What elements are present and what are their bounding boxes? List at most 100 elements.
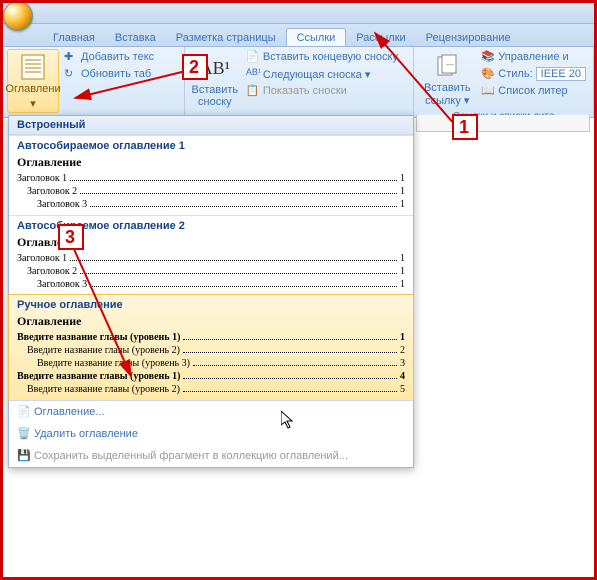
gallery-title: Автособираемое оглавление 1 — [17, 140, 405, 152]
ribbon: Оглавлени ▾ ✚ Добавить текс ↻ Обновить т… — [3, 47, 594, 118]
toc-row: Заголовок 31 — [17, 198, 405, 211]
toc-row-label: Введите название главы (уровень 1) — [17, 332, 180, 343]
group-footnotes: AB¹ Вставить сноску 📄 Вставить концевую … — [185, 47, 414, 117]
style-selector[interactable]: 🎨 Стиль: IEEE 20 — [478, 66, 589, 82]
insert-footnote-button[interactable]: AB¹ Вставить сноску — [189, 49, 241, 113]
toc-row: Заголовок 1 1 — [17, 172, 405, 185]
office-button[interactable] — [3, 1, 33, 31]
toc-row-leader — [80, 193, 397, 194]
svg-text:—: — — [446, 60, 454, 69]
toc-row-page: 4 — [400, 371, 405, 382]
gallery-title: Ручное оглавление — [17, 299, 405, 311]
tab-review[interactable]: Рецензирование — [416, 29, 521, 46]
document-icon: 📄 — [17, 405, 31, 419]
tab-references[interactable]: Ссылки — [286, 28, 347, 46]
toc-row-label: Введите название главы (уровень 2) — [27, 345, 180, 356]
document-icon — [19, 53, 47, 81]
gallery-auto-toc-2[interactable]: Автособираемое оглавление 2 Оглавление З… — [9, 215, 413, 295]
show-notes-button[interactable]: 📋 Показать сноски — [243, 83, 401, 99]
bibliography-label: Список литер — [498, 85, 567, 97]
next-footnote-button[interactable]: AB¹ Следующая сноска ▾ — [243, 66, 401, 82]
toc-row: Введите название главы (уровень 3) 3 — [17, 357, 405, 370]
toc-row-leader — [90, 206, 397, 207]
toc-row-page: 2 — [400, 345, 405, 356]
toc-label: Оглавлени — [5, 83, 60, 95]
toc-dropdown: Встроенный Автособираемое оглавление 1 О… — [8, 115, 414, 468]
title-bar — [3, 3, 594, 24]
custom-toc-label: Оглавление... — [34, 406, 105, 418]
dropdown-footer: 📄 Оглавление... 🗑️ Удалить оглавление 💾 … — [9, 400, 413, 467]
toc-row-leader — [183, 378, 397, 379]
toc-row: Заголовок 2 1 — [17, 265, 405, 278]
tab-insert[interactable]: Вставка — [105, 29, 166, 46]
ribbon-tabs: Главная Вставка Разметка страницы Ссылки… — [3, 24, 594, 47]
insert-footnote-label: Вставить сноску — [192, 84, 239, 108]
plus-icon: ✚ — [64, 50, 78, 64]
gallery-auto-toc-1[interactable]: Автособираемое оглавление 1 Оглавление З… — [9, 135, 413, 215]
citation-icon: — — [433, 52, 461, 80]
tab-mailings[interactable]: Рассылки — [346, 29, 415, 46]
toc-row-page: 5 — [400, 384, 405, 395]
toc-row-label: Введите название главы (уровень 2) — [27, 384, 180, 395]
manage-icon: 📚 — [481, 50, 495, 64]
footnote-icon: AB¹ — [201, 54, 229, 82]
toc-row-leader — [70, 180, 397, 181]
toc-button[interactable]: Оглавлени ▾ — [7, 49, 59, 113]
toc-row-leader — [183, 339, 397, 340]
toc-row-page: 1 — [400, 266, 405, 277]
next-footnote-icon: AB¹ — [246, 67, 260, 81]
refresh-icon: ↻ — [64, 67, 78, 81]
app-window: Главная Вставка Разметка страницы Ссылки… — [0, 0, 597, 580]
save-toc-label: Сохранить выделенный фрагмент в коллекци… — [34, 450, 348, 462]
update-table-label: Обновить таб — [81, 68, 151, 80]
show-notes-icon: 📋 — [246, 84, 260, 98]
toc-row-page: 3 — [400, 358, 405, 369]
toc-row-page: 1 — [400, 173, 405, 184]
dropdown-header-builtin: Встроенный — [9, 116, 413, 135]
remove-toc-button[interactable]: 🗑️ Удалить оглавление — [9, 423, 413, 445]
chevron-down-icon: ▾ — [30, 97, 36, 110]
insert-endnote-label: Вставить концевую сноску — [263, 51, 398, 63]
toc-row-label: Заголовок 3 — [37, 279, 87, 290]
insert-citation-label: Вставить ссылку ▾ — [424, 82, 471, 107]
tab-page-layout[interactable]: Разметка страницы — [166, 29, 286, 46]
toc-row-leader — [70, 260, 397, 261]
update-table-button[interactable]: ↻ Обновить таб — [61, 66, 157, 82]
remove-toc-label: Удалить оглавление — [34, 428, 138, 440]
style-icon: 🎨 — [481, 67, 495, 81]
toc-row-leader — [183, 391, 397, 392]
toc-row-label: Введите название главы (уровень 1) — [17, 371, 180, 382]
toc-row: Заголовок 21 — [17, 185, 405, 198]
save-toc-button[interactable]: 💾 Сохранить выделенный фрагмент в коллек… — [9, 445, 413, 467]
toc-row: Заголовок 11 — [17, 252, 405, 265]
manage-sources-button[interactable]: 📚 Управление и — [478, 49, 589, 65]
bibliography-button[interactable]: 📖 Список литер — [478, 83, 589, 99]
toc-row-leader — [90, 286, 397, 287]
add-text-label: Добавить текс — [81, 51, 154, 63]
gallery-heading: Оглавление — [17, 235, 405, 250]
manage-sources-label: Управление и — [498, 51, 568, 63]
toc-row-page: 1 — [400, 332, 405, 343]
toc-row-page: 1 — [400, 279, 405, 290]
insert-endnote-button[interactable]: 📄 Вставить концевую сноску — [243, 49, 401, 65]
toc-row: Введите название главы (уровень 2) 5 — [17, 383, 405, 396]
toc-row-label: Введите название главы (уровень 3) — [37, 358, 190, 369]
add-text-button[interactable]: ✚ Добавить текс — [61, 49, 157, 65]
gallery-heading: Оглавление — [17, 314, 405, 329]
toc-row-label: Заголовок 3 — [37, 199, 87, 210]
toc-row-label: Заголовок 2 — [27, 266, 77, 277]
custom-toc-button[interactable]: 📄 Оглавление... — [9, 401, 413, 423]
toc-row-label: Заголовок 1 — [17, 173, 67, 184]
ruler — [416, 115, 590, 132]
bibliography-icon: 📖 — [481, 84, 495, 98]
toc-row-label: Заголовок 2 — [27, 186, 77, 197]
tab-home[interactable]: Главная — [43, 29, 105, 46]
insert-citation-button[interactable]: — Вставить ссылку ▾ — [418, 49, 476, 110]
gallery-heading: Оглавление — [17, 155, 405, 170]
mouse-cursor — [281, 411, 297, 431]
gallery-title: Автособираемое оглавление 2 — [17, 220, 405, 232]
gallery-manual-toc[interactable]: Ручное оглавление Оглавление Введите наз… — [8, 294, 414, 401]
next-footnote-label: Следующая сноска ▾ — [263, 68, 371, 81]
style-value: IEEE 20 — [536, 67, 586, 81]
toc-row-leader — [183, 352, 397, 353]
